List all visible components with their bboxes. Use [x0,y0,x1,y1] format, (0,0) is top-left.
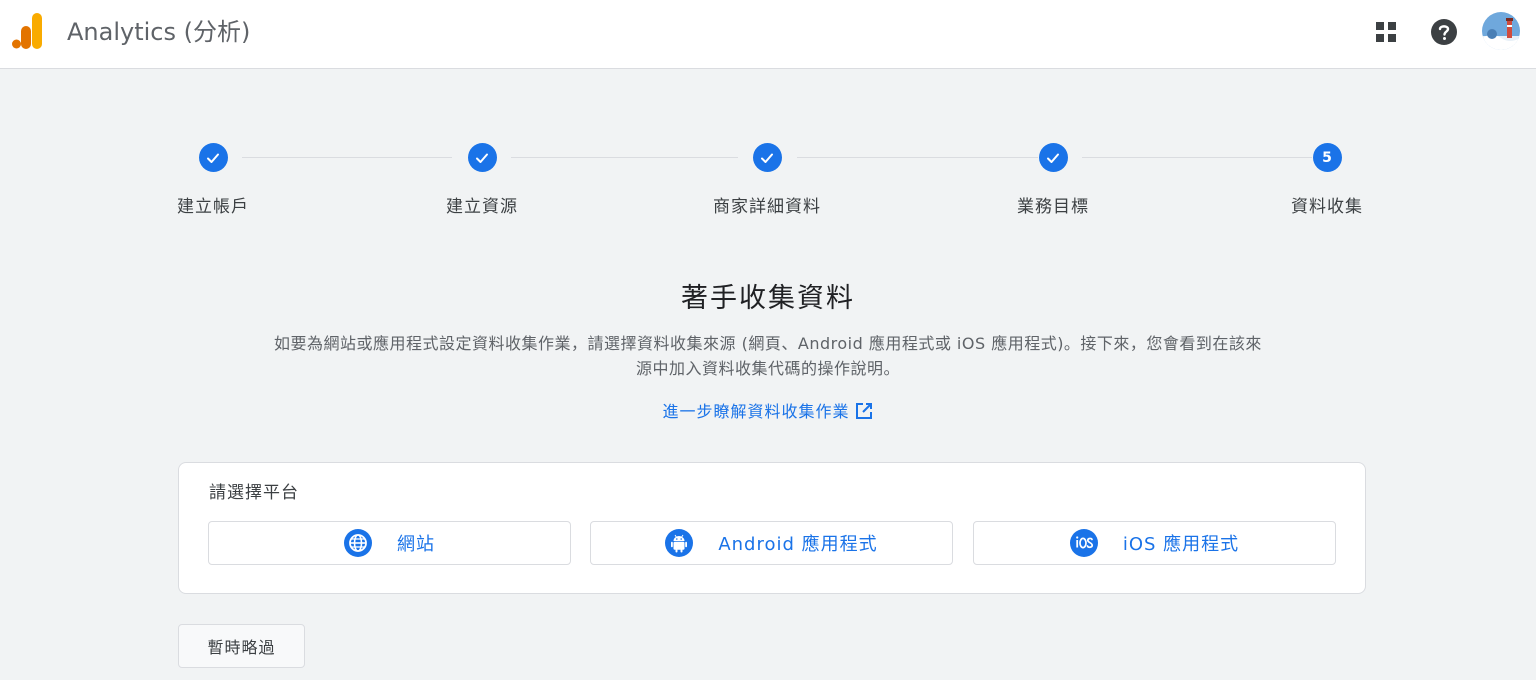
analytics-logo[interactable] [12,13,44,49]
avatar[interactable] [1482,12,1520,50]
platform-card-title: 請選擇平台 [209,483,299,503]
ios-platform-label: iOS 應用程式 [1122,534,1240,555]
app-title: Analytics (分析) [67,18,251,46]
step-business-objectives: 業務目標 [953,143,1153,217]
learn-more: 進一步瞭解資料收集作業 [0,400,1536,424]
android-platform-label: Android 應用程式 [718,534,878,555]
web-platform-button[interactable]: 網站 [208,521,571,565]
globe-icon [344,529,372,557]
android-platform-button[interactable]: Android 應用程式 [590,521,953,565]
top-bar: Analytics (分析) [0,0,1536,69]
check-icon [467,143,497,172]
step-create-account: 建立帳戶 [113,143,313,217]
web-platform-label: 網站 [397,534,435,555]
step-label: 商家詳細資料 [713,197,821,217]
step-label: 建立帳戶 [177,197,249,217]
ios-icon [1069,529,1098,557]
platform-card: 請選擇平台 網站 Android 應用程式 iOS 應用程式 [178,462,1366,594]
step-label: 資料收集 [1291,197,1363,217]
page-title: 著手收集資料 [681,283,855,314]
android-icon [665,529,694,557]
learn-more-link[interactable]: 進一步瞭解資料收集作業 [662,402,873,421]
page-description: 如要為網站或應用程式設定資料收集作業，請選擇資料收集來源 (網頁、Android… [274,334,1262,378]
step-label: 建立資源 [446,197,518,217]
check-icon [752,143,782,172]
step-label: 業務目標 [1017,197,1089,217]
external-link-icon [855,403,872,419]
ios-platform-button[interactable]: iOS 應用程式 [973,521,1336,565]
step-data-collection: 5 資料收集 [1227,143,1427,217]
step-business-details: 商家詳細資料 [667,143,867,217]
help-icon[interactable] [1426,14,1462,50]
skip-button[interactable]: 暫時略過 [178,624,305,668]
step-create-property: 建立資源 [382,143,582,217]
learn-more-label: 進一步瞭解資料收集作業 [662,402,850,421]
check-icon [198,143,228,172]
apps-grid-icon[interactable] [1368,14,1404,50]
step-number: 5 [1312,143,1342,172]
check-icon [1038,143,1068,172]
